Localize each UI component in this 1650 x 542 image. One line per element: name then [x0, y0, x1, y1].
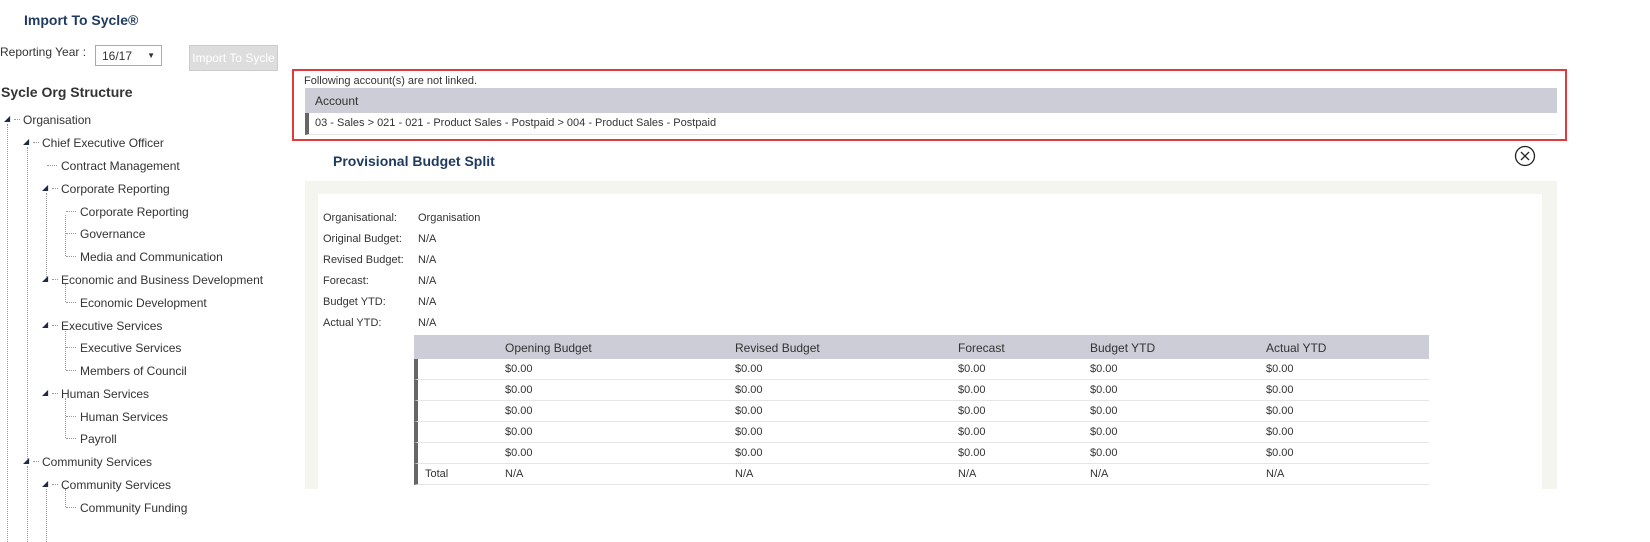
collapse-icon[interactable]: ◢ [42, 320, 48, 329]
info-value: N/A [418, 296, 437, 308]
table-cell: $0.00 [505, 363, 533, 375]
tree-node[interactable]: Executive Services [80, 341, 181, 355]
info-label: Original Budget: [323, 233, 402, 245]
table-cell: $0.00 [1266, 384, 1294, 396]
table-cell: $0.00 [1266, 405, 1294, 417]
reporting-year-label: Reporting Year : [0, 45, 87, 59]
table-cell: $0.00 [735, 405, 763, 417]
table-cell: $0.00 [735, 447, 763, 459]
info-value: N/A [418, 254, 437, 266]
table-cell: $0.00 [958, 363, 986, 375]
info-label: Actual YTD: [323, 317, 382, 329]
table-cell: $0.00 [505, 447, 533, 459]
table-cell: $0.00 [1090, 384, 1118, 396]
table-cell: $0.00 [958, 384, 986, 396]
column-header: Revised Budget [735, 341, 820, 355]
tree-node[interactable]: Community Services [42, 455, 152, 469]
tree-node[interactable]: Members of Council [80, 364, 187, 378]
collapse-icon[interactable]: ◢ [42, 274, 48, 283]
info-label: Organisational: [323, 212, 397, 224]
table-cell: $0.00 [1090, 447, 1118, 459]
info-value: N/A [418, 275, 437, 287]
table-cell: $0.00 [735, 363, 763, 375]
table-row[interactable]: $0.00 $0.00 $0.00 $0.00 $0.00 [414, 359, 1429, 380]
unlinked-accounts-message: Following account(s) are not linked. [304, 75, 478, 87]
table-cell: $0.00 [958, 405, 986, 417]
table-cell: N/A [958, 468, 977, 480]
close-icon[interactable] [1514, 145, 1536, 167]
info-value: N/A [418, 233, 437, 245]
table-row[interactable]: $0.00 $0.00 $0.00 $0.00 $0.00 [414, 443, 1429, 464]
table-cell: $0.00 [505, 405, 533, 417]
import-title: Import To Sycle® [24, 12, 139, 28]
table-cell: $0.00 [1090, 405, 1118, 417]
import-to-sycle-button[interactable]: Import To Sycle [189, 45, 278, 71]
tree-node[interactable]: Economic and Business Development [61, 273, 263, 287]
tree-node[interactable]: Community Services [61, 478, 171, 492]
table-cell: $0.00 [1090, 426, 1118, 438]
column-header: Actual YTD [1266, 341, 1327, 355]
table-cell: N/A [735, 468, 754, 480]
tree-node[interactable]: Corporate Reporting [61, 182, 170, 196]
table-cell: $0.00 [1090, 363, 1118, 375]
org-structure-title: Sycle Org Structure [1, 84, 133, 100]
table-cell: $0.00 [505, 384, 533, 396]
table-header: Opening Budget Revised Budget Forecast B… [414, 335, 1429, 359]
table-cell: $0.00 [735, 426, 763, 438]
tree-node[interactable]: Human Services [61, 387, 149, 401]
table-cell: N/A [505, 468, 524, 480]
table-row[interactable]: $0.00 $0.00 $0.00 $0.00 $0.00 [414, 422, 1429, 443]
collapse-icon[interactable]: ◢ [23, 137, 29, 146]
tree-node[interactable]: Governance [80, 227, 145, 241]
info-label: Budget YTD: [323, 296, 386, 308]
table-cell: N/A [1090, 468, 1109, 480]
info-label: Revised Budget: [323, 254, 404, 266]
table-cell: N/A [1266, 468, 1285, 480]
tree-node[interactable]: Organisation [23, 113, 91, 127]
dropdown-arrow-icon: ▼ [147, 51, 155, 60]
table-total-row[interactable]: Total N/A N/A N/A N/A N/A [414, 464, 1429, 485]
tree-node[interactable]: Payroll [80, 432, 117, 446]
tree-node[interactable]: Executive Services [61, 319, 162, 333]
table-cell: $0.00 [1266, 363, 1294, 375]
budget-split-title: Provisional Budget Split [333, 153, 495, 169]
tree-node[interactable]: Community Funding [80, 501, 187, 515]
collapse-icon[interactable]: ◢ [42, 388, 48, 397]
column-header: Forecast [958, 341, 1005, 355]
table-cell: $0.00 [1266, 447, 1294, 459]
column-header: Opening Budget [505, 341, 592, 355]
table-row[interactable]: $0.00 $0.00 $0.00 $0.00 $0.00 [414, 401, 1429, 422]
table-cell: $0.00 [505, 426, 533, 438]
tree-node[interactable]: Human Services [80, 410, 168, 424]
reporting-year-select[interactable]: 16/17 ▼ [95, 45, 162, 66]
table-cell: Total [425, 468, 449, 480]
collapse-icon[interactable]: ◢ [4, 114, 10, 123]
collapse-icon[interactable]: ◢ [23, 456, 29, 465]
reporting-year-value: 16/17 [102, 49, 133, 63]
table-cell: $0.00 [1266, 426, 1294, 438]
table-row[interactable]: $0.00 $0.00 $0.00 $0.00 $0.00 [414, 380, 1429, 401]
table-cell: $0.00 [958, 447, 986, 459]
info-label: Forecast: [323, 275, 369, 287]
tree-node[interactable]: Economic Development [80, 296, 207, 310]
column-header: Budget YTD [1090, 341, 1156, 355]
tree-node[interactable]: Chief Executive Officer [42, 136, 164, 150]
account-row[interactable]: 03 - Sales > 021 - 021 - Product Sales -… [305, 113, 1557, 135]
collapse-icon[interactable]: ◢ [42, 183, 48, 192]
table-cell: $0.00 [735, 384, 763, 396]
tree-node[interactable]: Corporate Reporting [80, 205, 189, 219]
info-value: N/A [418, 317, 437, 329]
account-column-header: Account [305, 88, 1557, 113]
tree-node[interactable]: Media and Communication [80, 250, 223, 264]
collapse-icon[interactable]: ◢ [42, 479, 48, 488]
table-cell: $0.00 [958, 426, 986, 438]
tree-node[interactable]: Contract Management [61, 159, 180, 173]
info-value: Organisation [418, 212, 481, 224]
